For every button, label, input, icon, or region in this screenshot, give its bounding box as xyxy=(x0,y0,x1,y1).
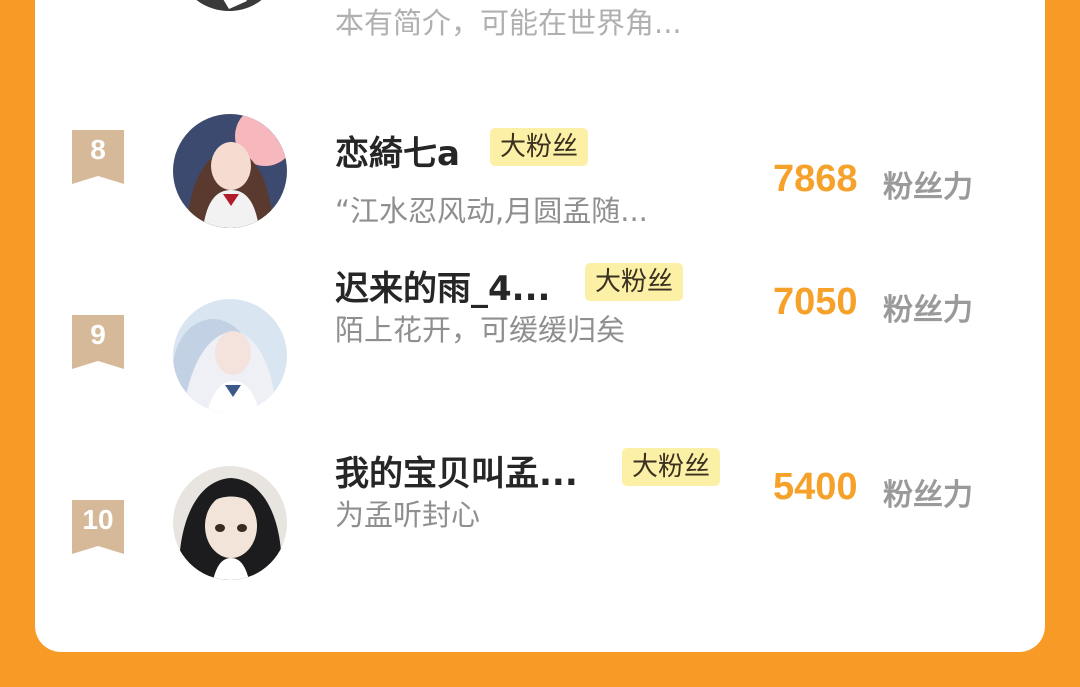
rank-ribbon: 8 xyxy=(72,130,124,184)
previous-row-subtitle: 本有简介，可能在世界角... xyxy=(335,6,682,40)
leaderboard-row[interactable]: 8 恋綺七a 大粉丝 “江水忍风动,月圆孟随... 7868 粉丝力 xyxy=(35,96,1045,246)
rank-number: 10 xyxy=(82,504,114,535)
avatar[interactable] xyxy=(173,114,287,228)
avatar[interactable] xyxy=(177,0,281,21)
fan-power-label: 粉丝力 xyxy=(883,293,973,328)
leaderboard-row[interactable]: 10 我的宝贝叫孟... 大粉丝 为孟听封心 5400 粉丝力 xyxy=(35,448,1045,616)
user-name[interactable]: 恋綺七a xyxy=(335,126,460,175)
fan-level-badge: 大粉丝 xyxy=(622,448,721,486)
user-name[interactable]: 我的宝贝叫孟... xyxy=(335,446,578,495)
user-name[interactable]: 迟来的雨_4... xyxy=(335,261,550,310)
avatar[interactable] xyxy=(173,466,287,580)
user-signature: “江水忍风动,月圆孟随... xyxy=(335,194,648,228)
user-signature: 为孟听封心 xyxy=(335,498,481,532)
fan-power-label: 粉丝力 xyxy=(883,478,973,513)
fan-power-score: 7050 xyxy=(773,281,858,323)
avatar[interactable] xyxy=(173,299,287,413)
fan-level-badge: 大粉丝 xyxy=(585,263,684,301)
user-signature: 陌上花开，可缓缓归矣 xyxy=(335,313,626,347)
leaderboard-row[interactable]: 9 迟来的雨_4... 大粉丝 陌上花开，可缓缓归矣 7050 粉丝力 xyxy=(35,263,1045,431)
fan-power-label: 粉丝力 xyxy=(883,170,973,205)
fan-level-badge: 大粉丝 xyxy=(490,128,589,166)
fan-power-score: 7868 xyxy=(773,158,858,200)
fan-leaderboard-card: 本有简介，可能在世界角... 8 恋綺七a 大粉丝 “江水忍风动,月圆孟随...… xyxy=(35,0,1045,652)
rank-number: 9 xyxy=(90,319,106,350)
rank-number: 8 xyxy=(90,134,106,165)
fan-power-score: 5400 xyxy=(773,466,858,508)
rank-ribbon: 10 xyxy=(72,500,124,554)
rank-ribbon: 9 xyxy=(72,315,124,369)
